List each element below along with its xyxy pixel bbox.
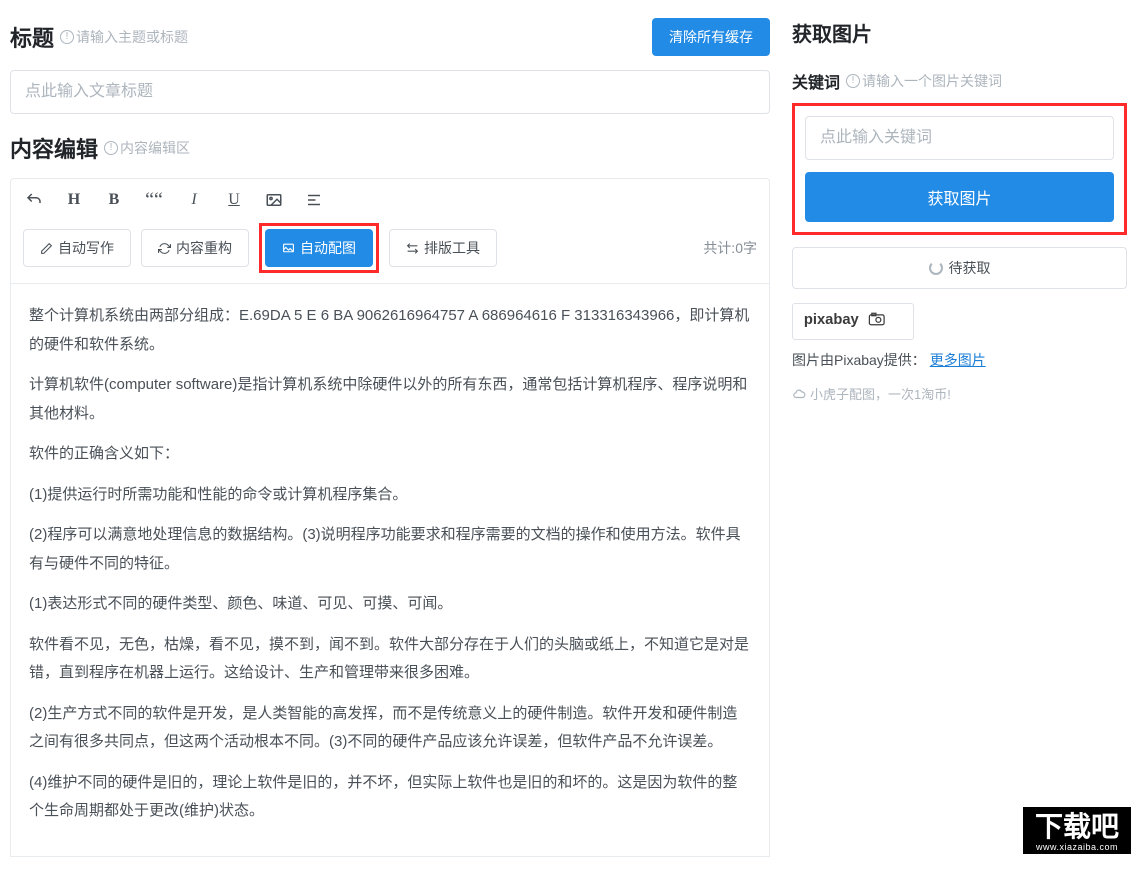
promo-line: 小虎子配图，一次1淘币! <box>792 384 1127 403</box>
watermark-sub: www.xiazaiba.com <box>1035 843 1119 852</box>
keyword-hint: ! 请输入一个图片关键词 <box>846 71 1002 91</box>
highlight-keyword-box: 获取图片 <box>792 103 1127 235</box>
paragraph: (4)维护不同的硬件是旧的，理论上软件是旧的，并不坏，但实际上软件也是旧的和坏的… <box>29 769 751 826</box>
auto-image-button[interactable]: 自动配图 <box>265 229 373 267</box>
auto-image-label: 自动配图 <box>300 238 356 258</box>
svg-text:pixabay: pixabay <box>804 312 860 328</box>
word-count: 共计:0字 <box>703 238 757 258</box>
auto-write-button[interactable]: 自动写作 <box>23 229 131 267</box>
image-icon[interactable] <box>263 189 285 211</box>
italic-icon[interactable]: I <box>183 189 205 211</box>
pending-button[interactable]: 待获取 <box>792 247 1127 289</box>
layout-tool-label: 排版工具 <box>424 238 480 258</box>
clear-cache-button[interactable]: 清除所有缓存 <box>652 18 770 56</box>
paragraph: 计算机软件(computer software)是指计算机系统中除硬件以外的所有… <box>29 371 751 428</box>
spinner-icon <box>929 261 943 275</box>
keyword-label: 关键词 <box>792 69 840 93</box>
highlight-auto-image: 自动配图 <box>259 223 379 273</box>
editor-body[interactable]: 整个计算机系统由两部分组成：E.69DA 5 E 6 BA 9062616964… <box>10 284 770 857</box>
provider-text: 图片由Pixabay提供： <box>792 352 926 368</box>
watermark-main: 下载吧 <box>1035 811 1119 842</box>
info-icon: ! <box>104 141 118 155</box>
restructure-button[interactable]: 内容重构 <box>141 229 249 267</box>
content-hint: ! 内容编辑区 <box>104 138 190 158</box>
title-hint: ! 请输入主题或标题 <box>60 27 188 47</box>
promo-text: 小虎子配图，一次1淘币! <box>810 384 951 403</box>
heading-icon[interactable]: H <box>63 189 85 211</box>
pending-label: 待获取 <box>949 258 991 278</box>
paragraph: (1)提供运行时所需功能和性能的命令或计算机程序集合。 <box>29 481 751 510</box>
bold-icon[interactable]: B <box>103 189 125 211</box>
keyword-hint-text: 请输入一个图片关键词 <box>862 71 1002 91</box>
fetch-image-header: 获取图片 <box>792 18 1127 47</box>
underline-icon[interactable]: U <box>223 189 245 211</box>
content-hint-text: 内容编辑区 <box>120 138 190 158</box>
article-title-input[interactable] <box>10 70 770 114</box>
auto-write-label: 自动写作 <box>58 238 114 258</box>
layout-icon <box>406 242 419 255</box>
title-hint-text: 请输入主题或标题 <box>76 27 188 47</box>
cloud-icon <box>792 387 806 401</box>
paragraph: 软件看不见，无色，枯燥，看不见，摸不到，闻不到。软件大部分存在于人们的头脑或纸上… <box>29 631 751 688</box>
paragraph: (2)程序可以满意地处理信息的数据结构。(3)说明程序功能要求和程序需要的文档的… <box>29 521 751 578</box>
paragraph: 软件的正确含义如下： <box>29 440 751 469</box>
paragraph: 整个计算机系统由两部分组成：E.69DA 5 E 6 BA 9062616964… <box>29 302 751 359</box>
keyword-input[interactable] <box>805 116 1114 160</box>
align-icon[interactable] <box>303 189 325 211</box>
content-edit-label: 内容编辑 <box>10 132 98 164</box>
info-icon: ! <box>846 74 860 88</box>
restructure-label: 内容重构 <box>176 238 232 258</box>
title-label: 标题 <box>10 21 54 53</box>
paragraph: (2)生产方式不同的软件是开发，是人类智能的高发挥，而不是传统意义上的硬件制造。… <box>29 700 751 757</box>
pencil-icon <box>40 242 53 255</box>
editor-toolbar: H B ““ I U 自动写作 <box>10 178 770 284</box>
pixabay-badge: pixabay <box>792 303 914 340</box>
quote-icon[interactable]: ““ <box>143 189 165 211</box>
fetch-image-button[interactable]: 获取图片 <box>805 172 1114 222</box>
watermark: 下载吧 www.xiazaiba.com <box>1023 807 1131 854</box>
info-icon: ! <box>60 30 74 44</box>
refresh-icon <box>158 242 171 255</box>
undo-icon[interactable] <box>23 189 45 211</box>
layout-tool-button[interactable]: 排版工具 <box>389 229 497 267</box>
more-images-link[interactable]: 更多图片 <box>930 352 986 368</box>
provider-line: 图片由Pixabay提供： 更多图片 <box>792 350 1127 370</box>
image-match-icon <box>282 242 295 255</box>
paragraph: (1)表达形式不同的硬件类型、颜色、味道、可见、可摸、可闻。 <box>29 590 751 619</box>
